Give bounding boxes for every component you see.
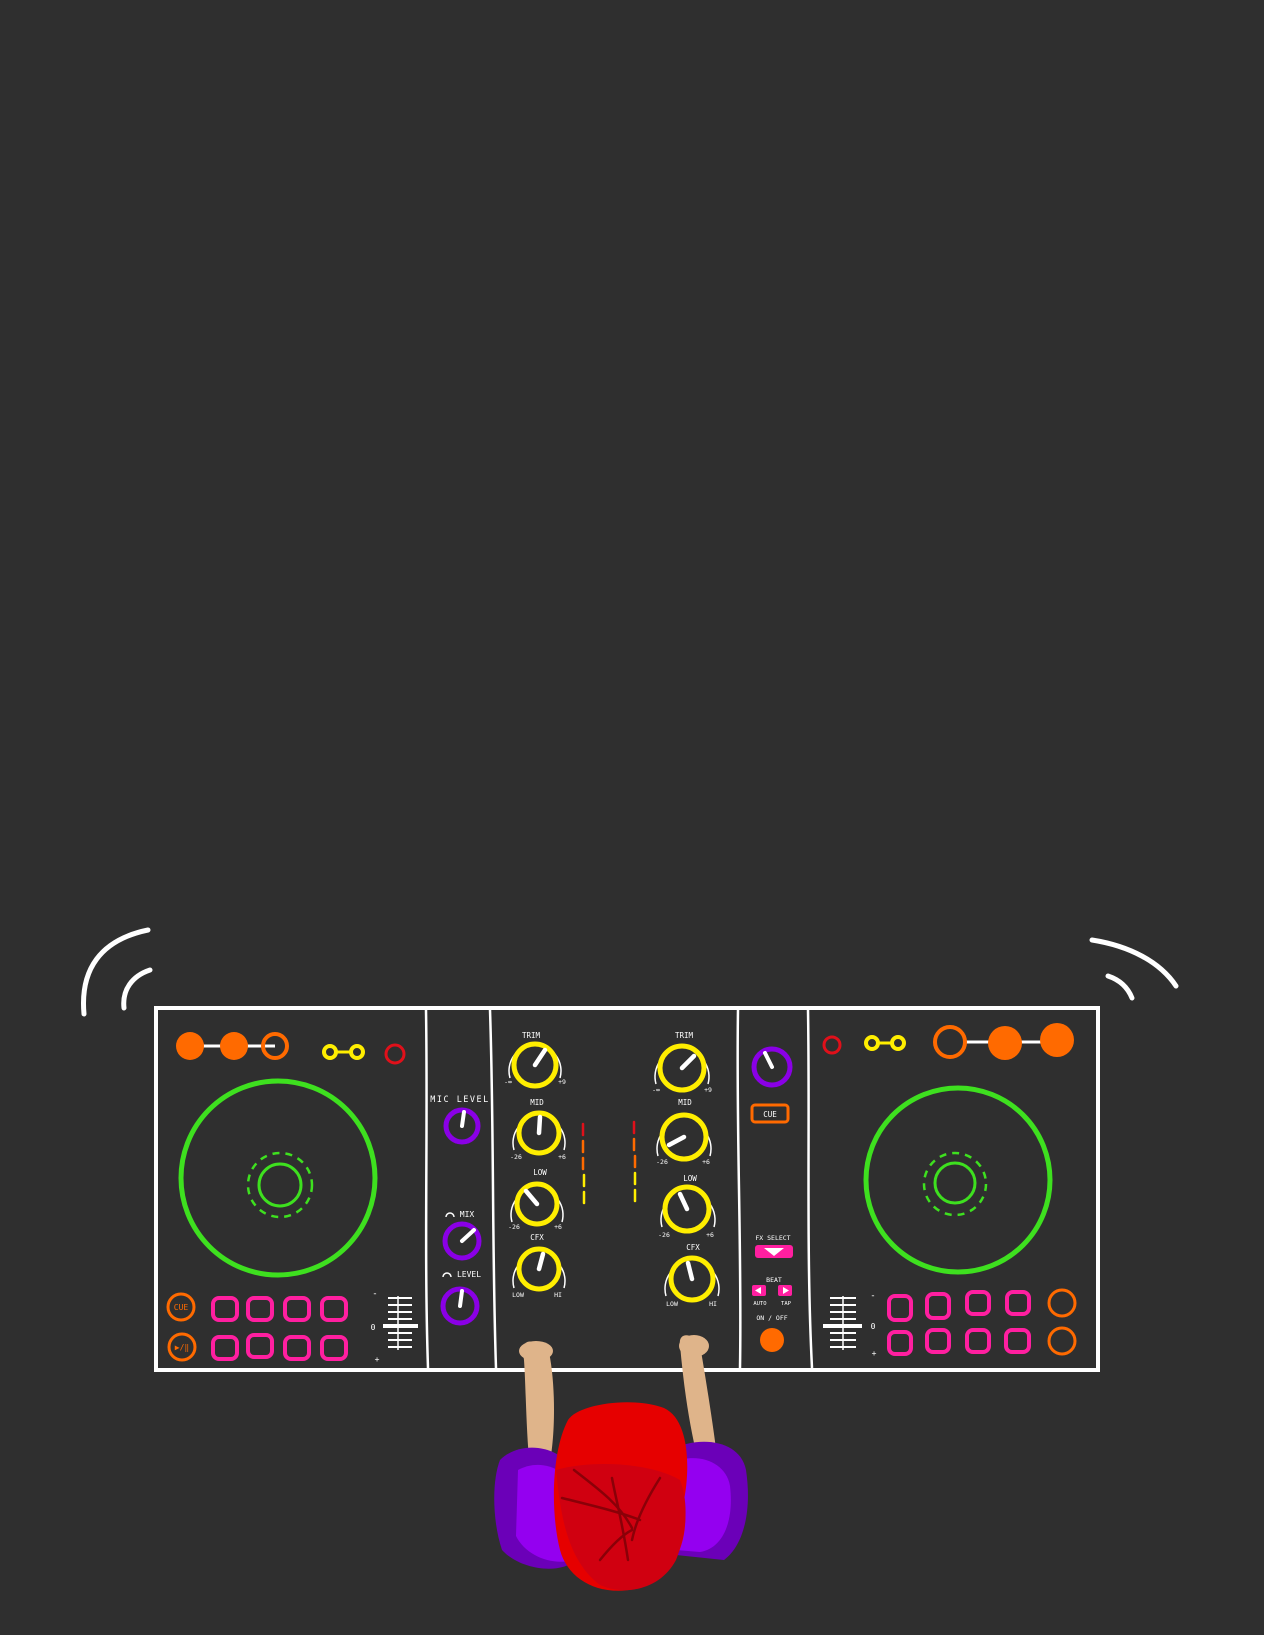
ch1-cfx-max: HI [554,1291,562,1299]
ch1-mid-min: -26 [510,1153,522,1161]
tempo-plus-right: + [872,1349,877,1358]
ch2-trim-label: TRIM [675,1031,694,1040]
ch2-mid-max: +6 [702,1158,710,1166]
ch2-low-min: -26 [658,1231,670,1239]
tempo-zero-right: 0 [871,1322,876,1331]
loop-out-button[interactable] [220,1032,248,1060]
tempo-minus-left: - [372,1289,377,1299]
ch2-trim-max: +9 [704,1086,712,1094]
loop-in-button-right[interactable] [988,1026,1022,1060]
ch2-low-label: LOW [683,1174,697,1183]
ch1-mid-max: +6 [558,1153,566,1161]
ch1-cfx-min: LOW [512,1291,524,1299]
ch2-trim-knob[interactable] [654,1043,710,1093]
cue-label-left: CUE [174,1303,189,1312]
ch2-cfx-label: CFX [686,1243,700,1252]
beat-label: BEAT [766,1276,782,1284]
ch1-low-min: -26 [508,1223,520,1231]
fx-on-off-label: ON / OFF [756,1314,787,1322]
loop-buttons-left [176,1032,289,1060]
ch2-mid-min: -26 [656,1158,668,1166]
ch1-low-max: +6 [554,1223,562,1231]
loop-in-button[interactable] [176,1032,204,1060]
master-cue-label: CUE [763,1110,777,1119]
fx-select-button[interactable] [755,1245,793,1258]
reloop-button-right[interactable] [933,1025,967,1059]
ch1-trim-label: TRIM [522,1031,541,1040]
play-label-left: ▶/‖ [175,1343,189,1352]
ch1-trim-knob[interactable] [508,1041,562,1089]
ch2-mid-knob[interactable] [656,1112,712,1162]
ch2-low-max: +6 [706,1231,714,1239]
background [0,0,1264,1635]
ch1-cfx-label: CFX [530,1233,544,1242]
ch1-trim-max: +9 [558,1078,566,1086]
beat-auto-label: AUTO [753,1301,766,1307]
tempo-zero-left: 0 [371,1323,376,1332]
tempo-minus-right: - [870,1291,875,1301]
fx-level-knob[interactable] [751,1046,793,1088]
ch2-cfx-max: HI [709,1300,717,1308]
loop-buttons-right [933,1023,1074,1060]
mic-level-label: MIC LEVEL [430,1095,490,1105]
headphone-mix-label: MIX [460,1210,475,1219]
ch2-cfx-min: LOW [666,1300,678,1308]
fx-select-label: FX SELECT [755,1234,790,1242]
ch2-trim-min: -∞ [652,1086,660,1094]
beat-tap-label: TAP [781,1301,792,1307]
dj-controller-illustration: CUE ▶/‖ - 0 + MIC LEVEL MIX LEVEL TRIM -… [0,0,1264,1635]
ch1-trim-min: -∞ [504,1078,512,1086]
headphone-mix-knob[interactable] [442,1221,482,1261]
headphone-level-label: LEVEL [457,1270,481,1279]
ch1-low-label: LOW [533,1168,547,1177]
ch1-level-meter [581,1122,586,1205]
tempo-plus-left: + [375,1355,380,1364]
ch2-mid-label: MID [678,1098,692,1107]
beat-left-button[interactable] [752,1285,766,1296]
ch2-level-meter [632,1120,637,1203]
fx-on-off-button[interactable] [760,1328,784,1352]
beat-right-button[interactable] [778,1285,792,1296]
ch1-mid-label: MID [530,1098,544,1107]
controller-body [154,1006,1100,1372]
headphone-level-knob[interactable] [440,1286,480,1326]
mic-level-knob[interactable] [443,1107,481,1145]
loop-out-button-right[interactable] [1040,1023,1074,1057]
